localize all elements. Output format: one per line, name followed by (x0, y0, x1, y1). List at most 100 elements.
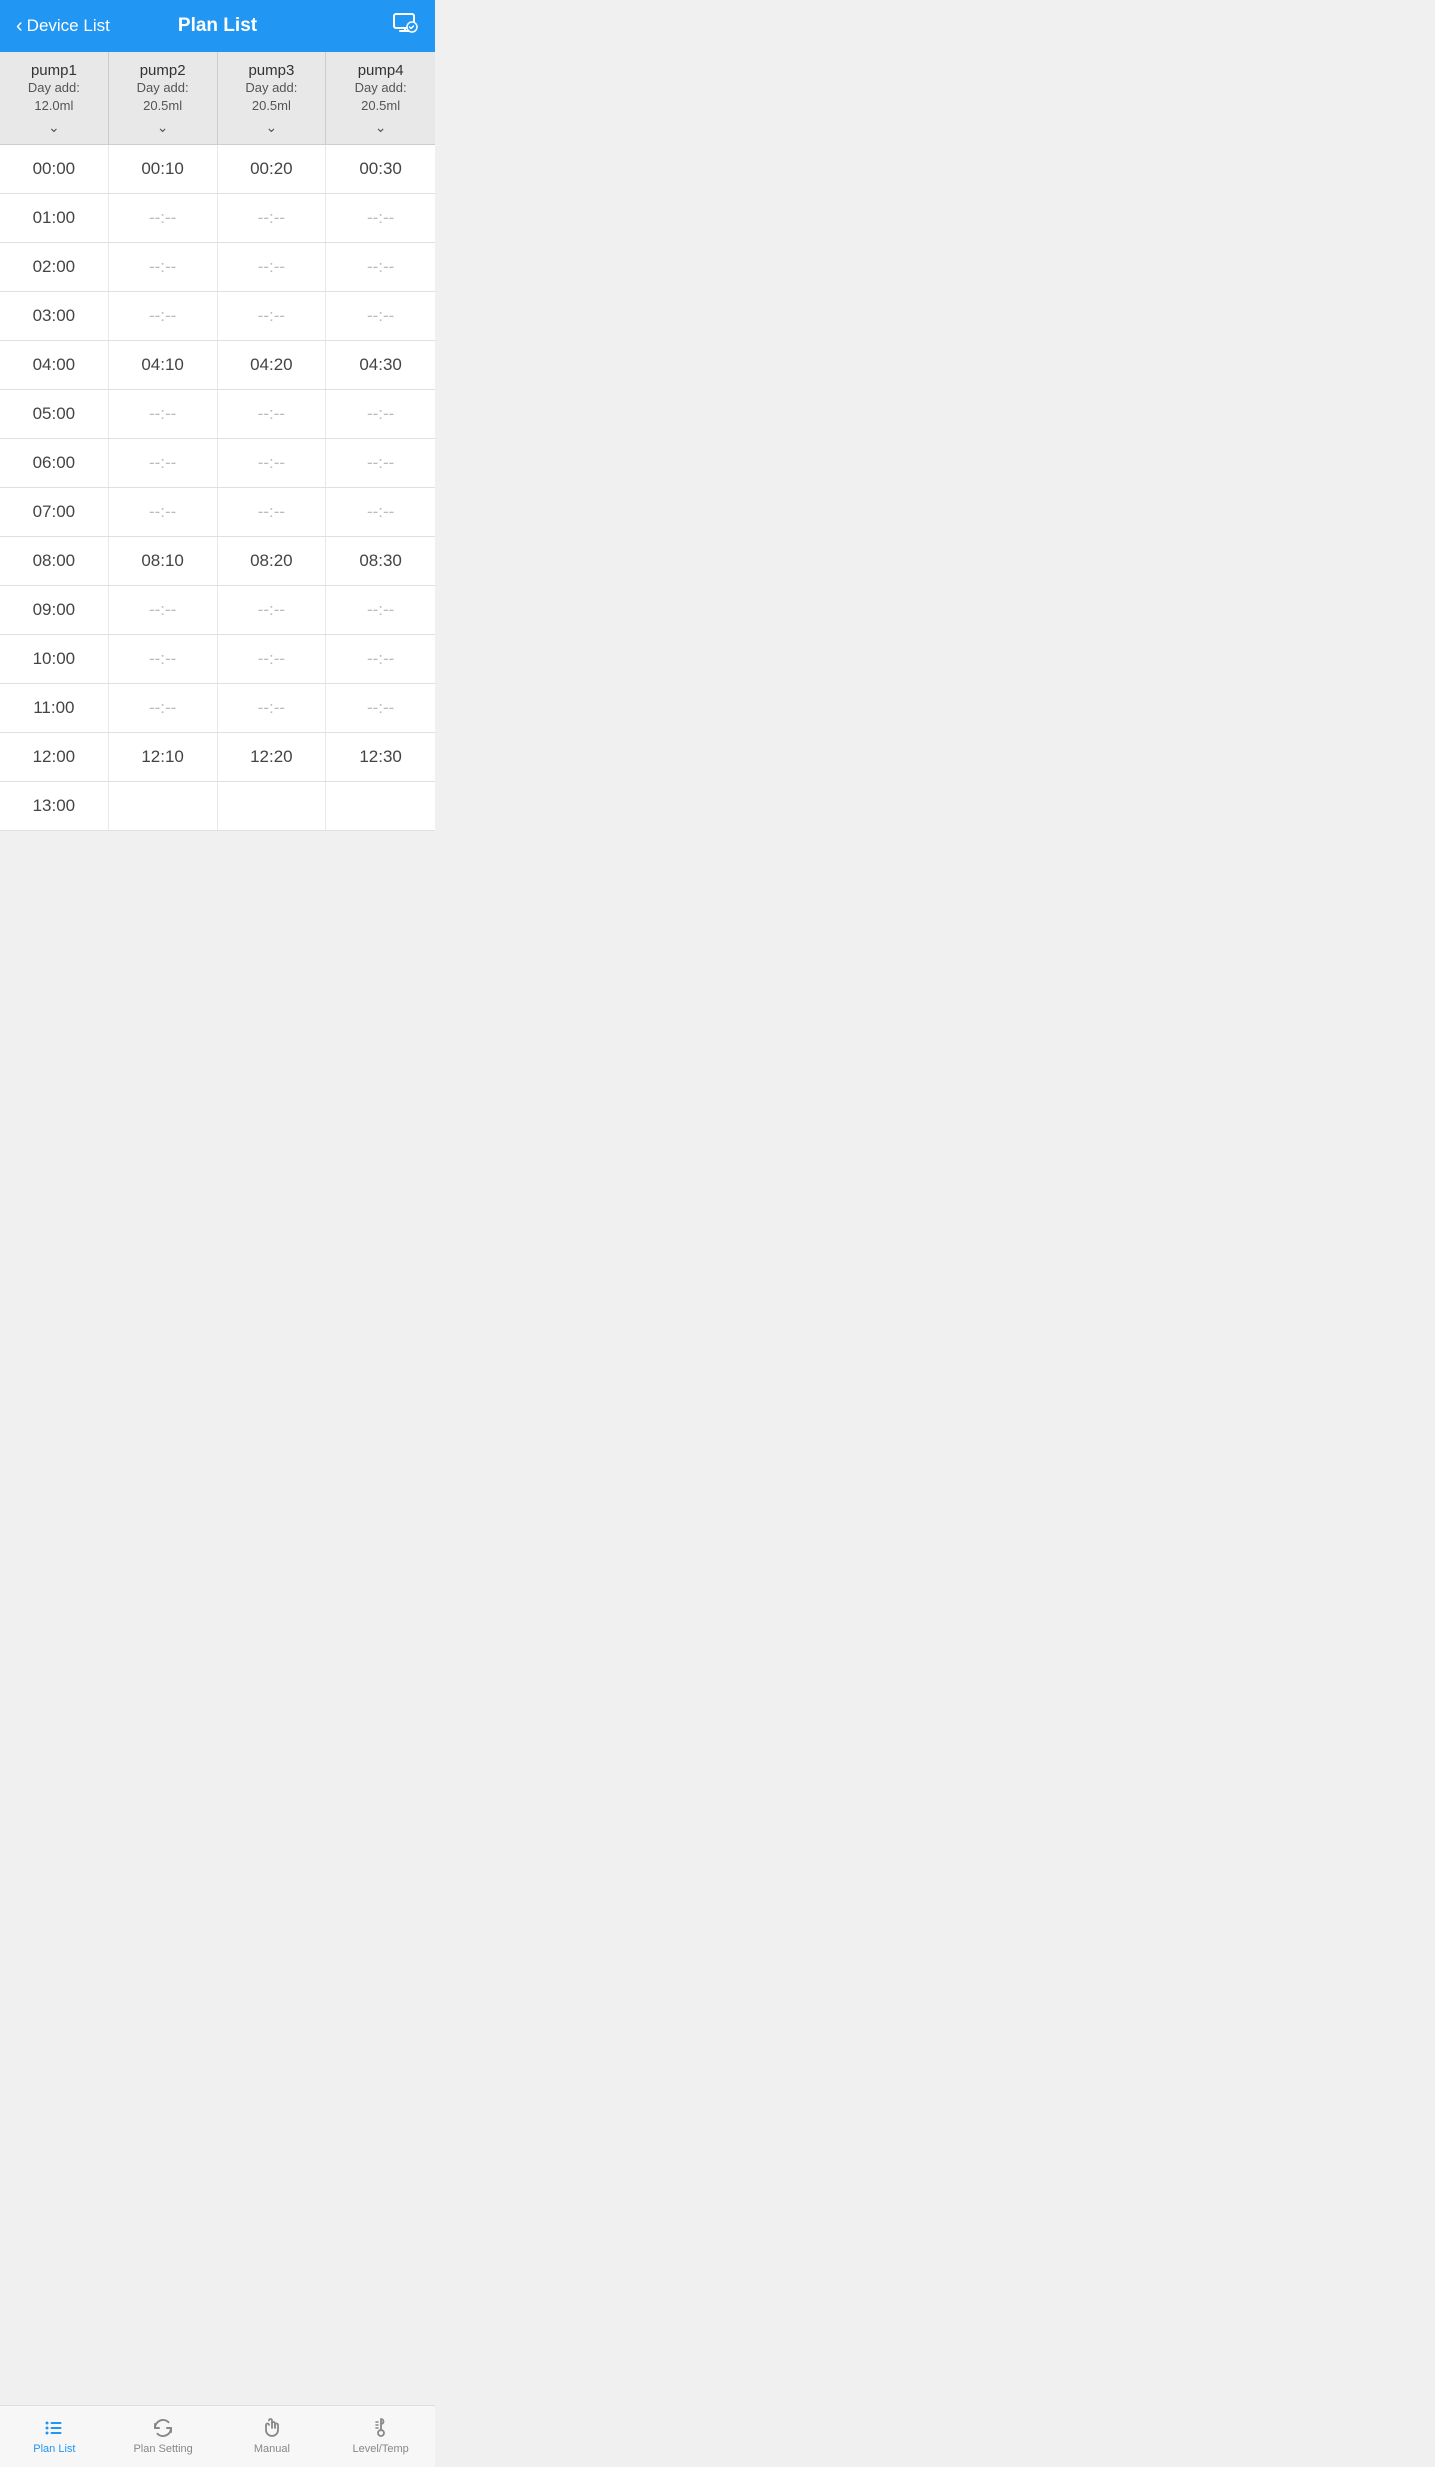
table-cell[interactable]: 04:10 (109, 341, 218, 389)
col-header-pump1[interactable]: pump1 Day add: 12.0ml ⌄ (0, 52, 109, 144)
pump1-name: pump1 (31, 62, 77, 79)
table-cell[interactable]: 07:00 (0, 488, 109, 536)
col-header-pump4[interactable]: pump4 Day add: 20.5ml ⌄ (326, 52, 435, 144)
table-cell[interactable]: --:-- (109, 243, 218, 291)
table-cell[interactable]: --:-- (326, 390, 435, 438)
table-cell[interactable]: 04:20 (218, 341, 327, 389)
table-cell[interactable]: 08:00 (0, 537, 109, 585)
table-cell[interactable]: 04:30 (326, 341, 435, 389)
pump1-day-add-line1: Day add: (28, 79, 80, 97)
pump4-name: pump4 (358, 62, 404, 79)
table-row[interactable]: 07:00--:----:----:-- (0, 488, 435, 537)
level-temp-icon (369, 2416, 393, 2440)
nav-manual-label: Manual (254, 2443, 290, 2455)
pump2-name: pump2 (140, 62, 186, 79)
bottom-navigation: Plan List Plan Setting Manual Level/Temp (0, 2405, 435, 2467)
table-cell[interactable]: 00:10 (109, 145, 218, 193)
table-row[interactable]: 09:00--:----:----:-- (0, 586, 435, 635)
pump3-name: pump3 (248, 62, 294, 79)
table-cell[interactable]: --:-- (218, 684, 327, 732)
col-header-pump2[interactable]: pump2 Day add: 20.5ml ⌄ (109, 52, 218, 144)
table-cell[interactable]: 05:00 (0, 390, 109, 438)
table-cell[interactable]: 08:10 (109, 537, 218, 585)
table-cell[interactable]: 04:00 (0, 341, 109, 389)
screen-check-icon[interactable] (391, 9, 419, 43)
table-row[interactable]: 06:00--:----:----:-- (0, 439, 435, 488)
table-cell[interactable]: --:-- (109, 684, 218, 732)
table-cell[interactable]: 08:20 (218, 537, 327, 585)
nav-plan-list[interactable]: Plan List (0, 2412, 109, 2459)
manual-icon (260, 2416, 284, 2440)
table-cell[interactable]: --:-- (326, 488, 435, 536)
table-cell[interactable]: 11:00 (0, 684, 109, 732)
table-cell[interactable]: --:-- (109, 194, 218, 242)
table-cell[interactable]: 12:20 (218, 733, 327, 781)
table-cell[interactable]: 00:20 (218, 145, 327, 193)
table-cell[interactable]: 06:00 (0, 439, 109, 487)
nav-plan-setting[interactable]: Plan Setting (109, 2412, 218, 2459)
table-cell[interactable] (109, 782, 218, 830)
table-cell[interactable]: --:-- (326, 635, 435, 683)
header: ‹ Device List Plan List (0, 0, 435, 52)
pump4-chevron-icon: ⌄ (375, 119, 387, 136)
nav-plan-setting-label: Plan Setting (133, 2443, 192, 2455)
table-cell[interactable]: --:-- (109, 635, 218, 683)
table-cell[interactable]: --:-- (326, 292, 435, 340)
table-cell[interactable]: --:-- (218, 194, 327, 242)
table-cell[interactable]: --:-- (326, 243, 435, 291)
table-row[interactable]: 08:0008:1008:2008:30 (0, 537, 435, 586)
table-cell[interactable]: --:-- (218, 390, 327, 438)
table-row[interactable]: 11:00--:----:----:-- (0, 684, 435, 733)
table-cell[interactable]: --:-- (109, 439, 218, 487)
schedule-table: 00:0000:1000:2000:3001:00--:----:----:--… (0, 145, 435, 831)
plan-setting-icon (151, 2416, 175, 2440)
table-cell[interactable]: --:-- (326, 439, 435, 487)
nav-plan-list-label: Plan List (33, 2443, 75, 2455)
table-cell[interactable] (326, 782, 435, 830)
table-cell[interactable]: 12:00 (0, 733, 109, 781)
table-row[interactable]: 04:0004:1004:2004:30 (0, 341, 435, 390)
table-cell[interactable]: --:-- (218, 439, 327, 487)
table-cell[interactable]: --:-- (326, 684, 435, 732)
pump3-chevron-icon: ⌄ (266, 119, 278, 136)
table-cell[interactable]: --:-- (218, 635, 327, 683)
nav-manual[interactable]: Manual (218, 2412, 327, 2459)
table-cell[interactable]: --:-- (218, 292, 327, 340)
table-row[interactable]: 01:00--:----:----:-- (0, 194, 435, 243)
table-cell[interactable] (218, 782, 327, 830)
table-cell[interactable]: --:-- (326, 586, 435, 634)
pump2-chevron-icon: ⌄ (157, 119, 169, 136)
table-cell[interactable]: 13:00 (0, 782, 109, 830)
column-headers: pump1 Day add: 12.0ml ⌄ pump2 Day add: 2… (0, 52, 435, 145)
table-row[interactable]: 12:0012:1012:2012:30 (0, 733, 435, 782)
table-row[interactable]: 02:00--:----:----:-- (0, 243, 435, 292)
table-cell[interactable]: 03:00 (0, 292, 109, 340)
pump4-day-add-line1: Day add: (355, 79, 407, 97)
table-cell[interactable]: 01:00 (0, 194, 109, 242)
table-row[interactable]: 05:00--:----:----:-- (0, 390, 435, 439)
table-cell[interactable]: 09:00 (0, 586, 109, 634)
table-cell[interactable]: 00:30 (326, 145, 435, 193)
nav-level-temp[interactable]: Level/Temp (326, 2412, 435, 2459)
table-cell[interactable]: --:-- (326, 194, 435, 242)
table-cell[interactable]: --:-- (218, 243, 327, 291)
table-cell[interactable]: --:-- (218, 586, 327, 634)
back-button[interactable]: ‹ Device List (16, 15, 110, 38)
table-row[interactable]: 10:00--:----:----:-- (0, 635, 435, 684)
table-row[interactable]: 03:00--:----:----:-- (0, 292, 435, 341)
table-cell[interactable]: 12:10 (109, 733, 218, 781)
table-cell[interactable]: 02:00 (0, 243, 109, 291)
table-cell[interactable]: --:-- (109, 390, 218, 438)
table-cell[interactable]: 12:30 (326, 733, 435, 781)
table-cell[interactable]: --:-- (218, 488, 327, 536)
table-cell[interactable]: --:-- (109, 292, 218, 340)
table-cell[interactable]: --:-- (109, 488, 218, 536)
table-cell[interactable]: 00:00 (0, 145, 109, 193)
table-cell[interactable]: --:-- (109, 586, 218, 634)
table-row[interactable]: 00:0000:1000:2000:30 (0, 145, 435, 194)
table-row[interactable]: 13:00 (0, 782, 435, 831)
nav-level-temp-label: Level/Temp (352, 2443, 408, 2455)
col-header-pump3[interactable]: pump3 Day add: 20.5ml ⌄ (218, 52, 327, 144)
table-cell[interactable]: 10:00 (0, 635, 109, 683)
table-cell[interactable]: 08:30 (326, 537, 435, 585)
